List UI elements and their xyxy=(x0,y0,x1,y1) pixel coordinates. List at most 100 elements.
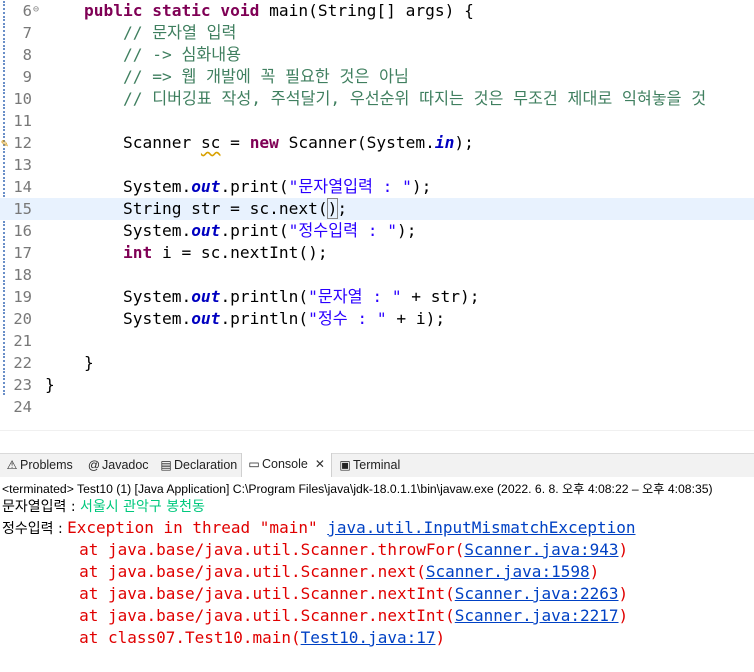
console-text-out: 정수입력 : xyxy=(2,521,68,537)
code-line-21[interactable]: 21 xyxy=(0,330,754,352)
code-text[interactable]: } xyxy=(45,352,94,374)
console-view[interactable]: <terminated> Test10 (1) [Java Applicatio… xyxy=(0,477,754,672)
code-line-6[interactable]: 6 ⊖ public static void main(String[] args… xyxy=(0,0,754,22)
token-str: "정수 : " xyxy=(308,309,387,328)
line-number: 8 xyxy=(22,46,32,64)
code-text[interactable]: System.out.println("문자열 : " + str); xyxy=(45,286,480,308)
token-var: + i); xyxy=(386,309,446,328)
token-var: Scanner xyxy=(45,133,201,152)
console-text-out: 문자열입력 : xyxy=(2,499,81,515)
tab-label: Javadoc xyxy=(102,458,149,472)
code-text[interactable]: System.out.println("정수 : " + i); xyxy=(45,308,445,330)
console-text-in: 서울시 관악구 봉천동 xyxy=(80,499,205,515)
line-number: 21 xyxy=(13,332,32,350)
token-cmt: // 디버깅표 작성, 주석달기, 우선순위 따지는 것은 무조건 제대로 익혀… xyxy=(45,89,707,108)
code-line-17[interactable]: 17 int i = sc.nextInt(); xyxy=(0,242,754,264)
console-line: 정수입력 : Exception in thread "main" java.u… xyxy=(2,517,635,539)
line-number: 24 xyxy=(13,398,32,416)
code-text[interactable]: int i = sc.nextInt(); xyxy=(45,242,328,264)
tab-label: Problems xyxy=(20,458,73,472)
code-text[interactable]: // 문자열 입력 xyxy=(45,22,236,44)
code-line-14[interactable]: 14 System.out.print("문자열입력 : "); xyxy=(0,176,754,198)
token-var: ); xyxy=(411,177,432,196)
code-line-16[interactable]: 16 System.out.print("정수입력 : "); xyxy=(0,220,754,242)
token-var: ; xyxy=(337,199,348,218)
console-text-err: ) xyxy=(618,606,629,625)
token-var: Scanner(System. xyxy=(278,133,435,152)
line-number: 13 xyxy=(13,156,32,174)
code-line-8[interactable]: 8 // -> 심화내용 xyxy=(0,44,754,66)
code-line-12[interactable]: 12 ✎ Scanner sc = new Scanner(System.in); xyxy=(0,132,754,154)
line-number: 18 xyxy=(13,266,32,284)
console-text-err: at java.base/java.util.Scanner.nextInt( xyxy=(2,584,455,603)
token-str: "문자열입력 : " xyxy=(288,177,412,196)
code-text[interactable]: // => 웹 개발에 꼭 필요한 것은 아님 xyxy=(45,66,409,88)
token-kw: int xyxy=(45,243,153,262)
stacktrace-link[interactable]: Test10.java:17 xyxy=(301,628,436,647)
code-line-9[interactable]: 9 // => 웹 개발에 꼭 필요한 것은 아님 xyxy=(0,66,754,88)
line-number: 16 xyxy=(13,222,32,240)
code-line-10[interactable]: 10 // 디버깅표 작성, 주석달기, 우선순위 따지는 것은 무조건 제대로… xyxy=(0,88,754,110)
stacktrace-link[interactable]: Scanner.java:2263 xyxy=(455,584,619,603)
bottom-panel-tab-bar: ⚠ Problems @ Javadoc ▤ Declaration ▭ Console ✕ ▣ T… xyxy=(0,453,754,478)
tab-problems[interactable]: ⚠ Problems xyxy=(4,454,73,477)
line-number: 15 xyxy=(13,200,32,218)
tab-declaration[interactable]: ▤ Declaration xyxy=(158,454,237,477)
code-line-7[interactable]: 7 // 문자열 입력 xyxy=(0,22,754,44)
code-text[interactable]: } xyxy=(45,374,55,396)
token-var: + str); xyxy=(401,287,480,306)
console-text-err: ) xyxy=(618,584,629,603)
console-line: at java.base/java.util.Scanner.throwFor(… xyxy=(2,539,628,561)
stacktrace-link[interactable]: java.util.InputMismatchException xyxy=(327,518,635,537)
tab-javadoc[interactable]: @ Javadoc xyxy=(86,454,149,477)
tab-terminal[interactable]: ▣ Terminal xyxy=(337,454,400,477)
code-line-11[interactable]: 11 xyxy=(0,110,754,132)
code-text[interactable]: Scanner sc = new Scanner(System.in); xyxy=(45,132,474,154)
code-line-18[interactable]: 18 xyxy=(0,264,754,286)
console-icon: ▭ xyxy=(248,457,260,471)
code-line-23[interactable]: 23} xyxy=(0,374,754,396)
token-var: } xyxy=(45,375,55,394)
code-editor[interactable]: 6 ⊖ public static void main(String[] args… xyxy=(0,0,754,432)
code-text[interactable]: System.out.print("문자열입력 : "); xyxy=(45,176,431,198)
tab-label: Declaration xyxy=(174,458,238,472)
code-text[interactable]: public static void main(String[] args) { xyxy=(45,0,474,22)
token-cmt: // 문자열 입력 xyxy=(45,23,237,42)
warning-marker-icon[interactable]: ✎ xyxy=(1,136,8,150)
token-warn: sc xyxy=(200,133,221,152)
scroll-left-arrow-icon[interactable]: < xyxy=(46,431,53,432)
line-number: 12 xyxy=(13,134,32,152)
stacktrace-link[interactable]: Scanner.java:1598 xyxy=(426,562,590,581)
tab-label: Console xyxy=(262,457,308,471)
code-text[interactable]: String str = sc.next(); xyxy=(45,198,347,220)
horizontal-scrollbar[interactable]: < xyxy=(0,430,754,432)
code-line-24[interactable]: 24 xyxy=(0,396,754,418)
token-var: System. xyxy=(45,287,192,306)
line-number: 22 xyxy=(13,354,32,372)
problems-icon: ⚠ xyxy=(6,458,18,472)
token-var: main(String[] args) { xyxy=(269,1,474,20)
token-var: System. xyxy=(45,309,192,328)
console-line: at java.base/java.util.Scanner.nextInt(S… xyxy=(2,583,628,605)
stacktrace-link[interactable]: Scanner.java:2217 xyxy=(455,606,619,625)
code-text[interactable]: // 디버깅표 작성, 주석달기, 우선순위 따지는 것은 무조건 제대로 익혀… xyxy=(45,88,706,110)
console-text-err: at java.base/java.util.Scanner.next( xyxy=(2,562,426,581)
code-line-13[interactable]: 13 xyxy=(0,154,754,176)
token-var: .println( xyxy=(220,309,309,328)
code-line-22[interactable]: 22 } xyxy=(0,352,754,374)
fold-toggle-icon[interactable]: ⊖ xyxy=(33,4,39,15)
token-var: ); xyxy=(396,221,417,240)
token-var: System. xyxy=(45,221,192,240)
token-cmt: // => 웹 개발에 꼭 필요한 것은 아님 xyxy=(45,67,409,86)
stacktrace-link[interactable]: Scanner.java:943 xyxy=(464,540,618,559)
token-fld: out xyxy=(191,177,221,196)
tab-console[interactable]: ▭ Console ✕ xyxy=(241,453,332,478)
console-text-err: at java.base/java.util.Scanner.nextInt( xyxy=(2,606,455,625)
code-line-20[interactable]: 20 System.out.println("정수 : " + i); xyxy=(0,308,754,330)
code-text[interactable]: System.out.print("정수입력 : "); xyxy=(45,220,417,242)
code-line-19[interactable]: 19 System.out.println("문자열 : " + str); xyxy=(0,286,754,308)
token-var: ); xyxy=(454,133,474,152)
close-icon[interactable]: ✕ xyxy=(315,457,325,471)
code-line-15[interactable]: 15 String str = sc.next(); xyxy=(0,198,754,220)
code-text[interactable]: // -> 심화내용 xyxy=(45,44,241,66)
